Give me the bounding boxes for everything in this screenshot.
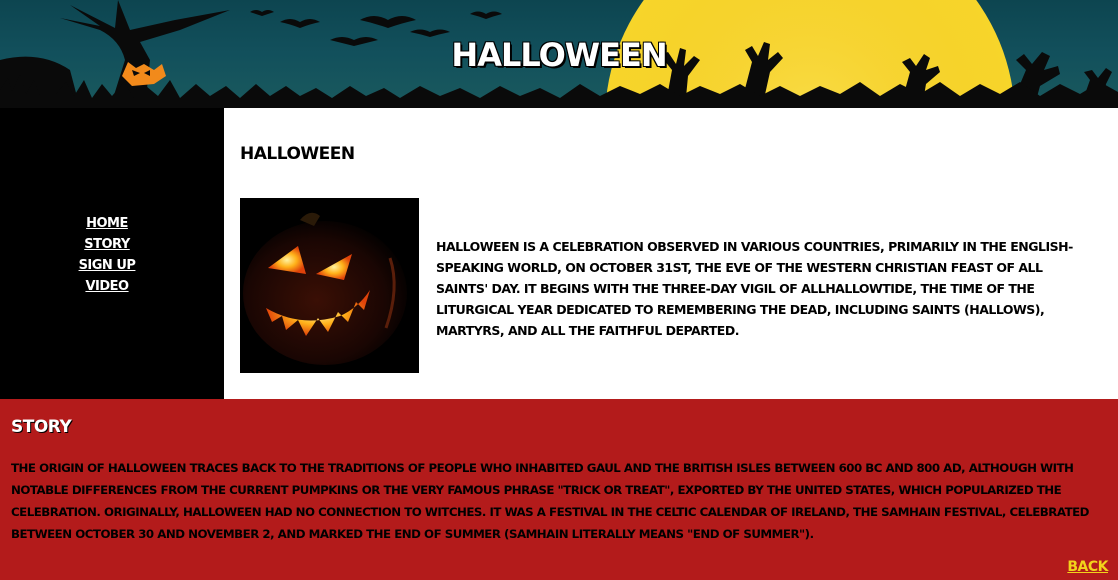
main-heading: HALLOWEEN: [240, 144, 355, 164]
nav-link-video[interactable]: VIDEO: [0, 276, 214, 297]
story-paragraph: THE ORIGIN OF HALLOWEEN TRACES BACK TO T…: [11, 461, 1089, 541]
nav-link-home[interactable]: HOME: [0, 213, 214, 234]
main-content: HALLOWEEN HALLOWEEN IS A CELEBRATION OBS…: [224, 108, 1118, 399]
story-heading: STORY: [11, 417, 72, 437]
sidebar: HOME STORY SIGN UP VIDEO: [0, 108, 224, 399]
jack-o-lantern-image: [240, 198, 419, 373]
back-link[interactable]: BACK: [1067, 559, 1108, 575]
nav-link-story[interactable]: STORY: [0, 234, 214, 255]
header-banner: HALLOWEEN: [0, 0, 1118, 108]
story-section: STORY THE ORIGIN OF HALLOWEEN TRACES BAC…: [0, 399, 1118, 580]
intro-paragraph: HALLOWEEN IS A CELEBRATION OBSERVED IN V…: [436, 239, 1073, 338]
nav-link-sign-up[interactable]: SIGN UP: [0, 255, 214, 276]
main-nav: HOME STORY SIGN UP VIDEO: [0, 213, 214, 297]
site-title: HALLOWEEN: [451, 36, 667, 74]
